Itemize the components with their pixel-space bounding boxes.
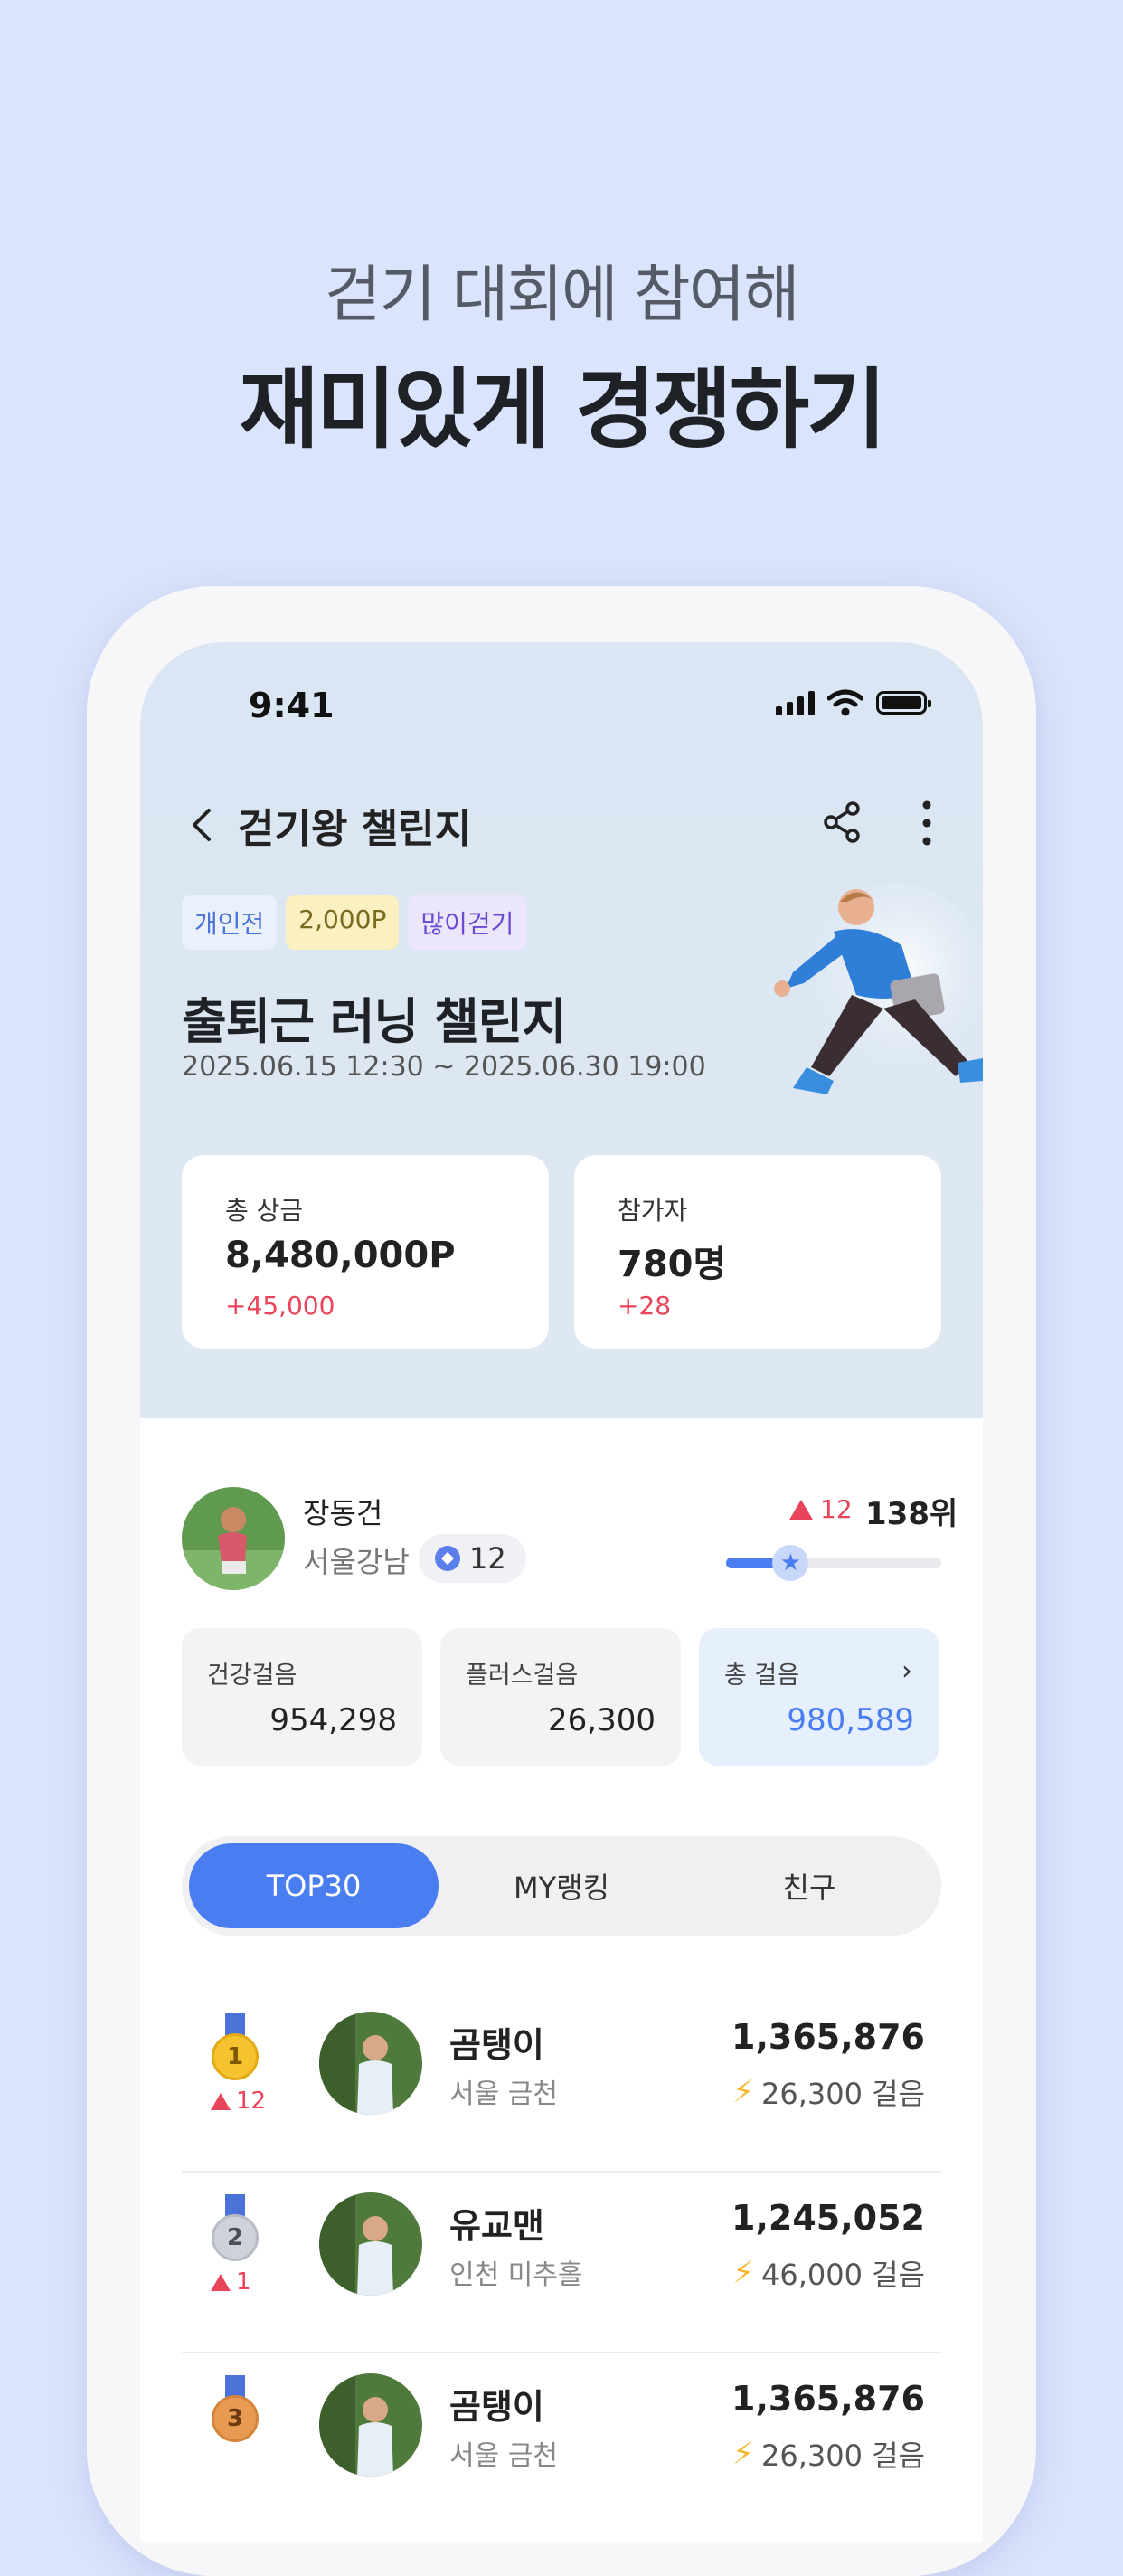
arrow-up-icon	[211, 2273, 231, 2291]
challenge-period: 2025.06.15 12:30 ~ 2025.06.30 19:00	[182, 1051, 706, 1083]
arrow-up-icon	[789, 1499, 813, 1520]
step-card-plus: 플러스걸음 26,300	[440, 1628, 681, 1766]
stat-delta: +45,000	[225, 1291, 335, 1321]
plus-steps: ⚡ 46,000 걸음	[732, 2252, 925, 2294]
step-card-health: 건강걸음 954,298	[182, 1628, 422, 1766]
step-label: 플러스걸음	[466, 1662, 579, 1690]
stat-label: 참가자	[618, 1196, 688, 1226]
tab-friends[interactable]: 친구	[684, 1843, 934, 1928]
badge-count: 12	[469, 1541, 506, 1576]
total-steps: 1,245,052	[731, 2198, 925, 2238]
plus-steps-value: 46,000 걸음	[760, 2258, 925, 2292]
page-title: 걷기왕 챌린지	[238, 806, 472, 852]
progress-knob: ★	[772, 1545, 809, 1581]
share-icon[interactable]	[818, 798, 867, 847]
user-name: 곰탱이	[449, 2025, 544, 2065]
my-badge: 12	[419, 1534, 526, 1583]
rank-number: 1	[212, 2033, 259, 2080]
total-steps: 1,365,876	[731, 2017, 925, 2057]
total-steps: 1,365,876	[731, 2379, 925, 2419]
runner-illustration	[774, 882, 983, 1099]
avatar	[319, 2192, 422, 2296]
user-region: 서울 금천	[449, 2079, 558, 2110]
battery-icon	[876, 691, 931, 715]
tag-mode: 많이걷기	[408, 895, 527, 950]
plus-steps: ⚡ 26,300 걸음	[732, 2071, 925, 2113]
medal-icon: 2	[207, 2194, 263, 2267]
rank-change: 1	[211, 2268, 251, 2296]
plus-steps: ⚡ 26,300 걸음	[732, 2433, 925, 2475]
user-name: 곰탱이	[449, 2387, 544, 2427]
signal-icon	[776, 690, 815, 715]
my-rank-change: 12	[789, 1494, 853, 1524]
rank-change-value: 12	[820, 1494, 853, 1524]
ranking-row[interactable]: 1 12 곰탱이 서울 금천 1,365,876 ⚡ 26,300 걸음	[182, 1990, 941, 2173]
avatar	[319, 2012, 422, 2115]
step-label: 총 걸음	[724, 1662, 800, 1690]
avatar	[319, 2373, 422, 2477]
challenge-title: 출퇴근 러닝 챌린지	[182, 993, 567, 1050]
user-region: 인천 미추홀	[449, 2259, 583, 2291]
stat-value: 780명	[618, 1244, 727, 1285]
rank-change: 12	[211, 2088, 266, 2115]
bolt-icon: ⚡	[732, 2074, 754, 2110]
star-icon: ★	[779, 1549, 802, 1577]
step-value: 26,300	[548, 1702, 656, 1738]
rank-number: 2	[212, 2214, 259, 2261]
medal-icon: 3	[207, 2375, 263, 2448]
chevron-left-icon[interactable]	[184, 798, 220, 852]
rank-number: 3	[212, 2395, 259, 2442]
step-label: 건강걸음	[207, 1662, 297, 1690]
rank-change-value: 12	[236, 2088, 267, 2115]
tab-top30[interactable]: TOP30	[189, 1843, 439, 1928]
wifi-icon	[827, 689, 863, 716]
promo-subtitle: 걷기 대회에 참여해	[325, 260, 800, 331]
user-name: 유교맨	[449, 2206, 544, 2246]
tag-type: 개인전	[182, 895, 278, 950]
status-icons	[776, 689, 931, 716]
step-value: 980,589	[787, 1702, 914, 1738]
tab-my-ranking[interactable]: MY랭킹	[437, 1843, 686, 1928]
bolt-icon: ⚡	[732, 2436, 754, 2472]
user-region: 서울 금천	[449, 2440, 558, 2472]
my-rank: 138위	[865, 1496, 958, 1532]
ranking-row[interactable]: 3 곰탱이 서울 금천 1,365,876 ⚡ 26,300 걸음	[182, 2352, 941, 2533]
rank-progress: ★	[726, 1545, 941, 1581]
stat-card-prize: 총 상금 8,480,000P +45,000	[182, 1155, 549, 1349]
bolt-icon: ⚡	[732, 2255, 754, 2291]
ranking-row[interactable]: 2 1 유교맨 인천 미추홀 1,245,052 ⚡ 46,000 걸음	[182, 2171, 941, 2353]
tag-point: 2,000P	[286, 895, 400, 950]
rank-change-value: 1	[236, 2268, 251, 2296]
stat-label: 총 상금	[225, 1196, 304, 1226]
my-avatar	[182, 1487, 285, 1590]
stat-delta: +28	[618, 1291, 672, 1321]
plus-steps-value: 26,300 걸음	[760, 2439, 925, 2473]
medal-icon: 1	[207, 2013, 263, 2086]
promo-title: 재미있게 경쟁하기	[239, 359, 887, 460]
more-vertical-icon[interactable]	[918, 798, 936, 848]
chevron-right-icon: ›	[901, 1655, 912, 1687]
my-region: 서울강남	[303, 1545, 410, 1579]
step-card-total[interactable]: 총 걸음 › 980,589	[699, 1628, 939, 1766]
plus-steps-value: 26,300 걸음	[760, 2077, 925, 2111]
badge-icon	[435, 1546, 460, 1571]
app-screen: 9:41 걷기왕 챌린지 개인전 2,000P 많이걷기 출퇴근 러닝 챌린지 …	[140, 642, 983, 2542]
challenge-tags: 개인전 2,000P 많이걷기	[182, 895, 527, 950]
my-name: 장동건	[303, 1496, 383, 1530]
stat-card-participants: 참가자 780명 +28	[574, 1155, 941, 1349]
step-value: 954,298	[269, 1702, 397, 1738]
stat-value: 8,480,000P	[225, 1235, 456, 1276]
challenge-hero: 9:41 걷기왕 챌린지 개인전 2,000P 많이걷기 출퇴근 러닝 챌린지 …	[140, 642, 983, 1418]
arrow-up-icon	[211, 2092, 231, 2110]
status-time: 9:41	[249, 686, 335, 725]
ranking-tabs: TOP30 MY랭킹 친구	[182, 1836, 941, 1936]
avatar-photo	[182, 1487, 285, 1590]
